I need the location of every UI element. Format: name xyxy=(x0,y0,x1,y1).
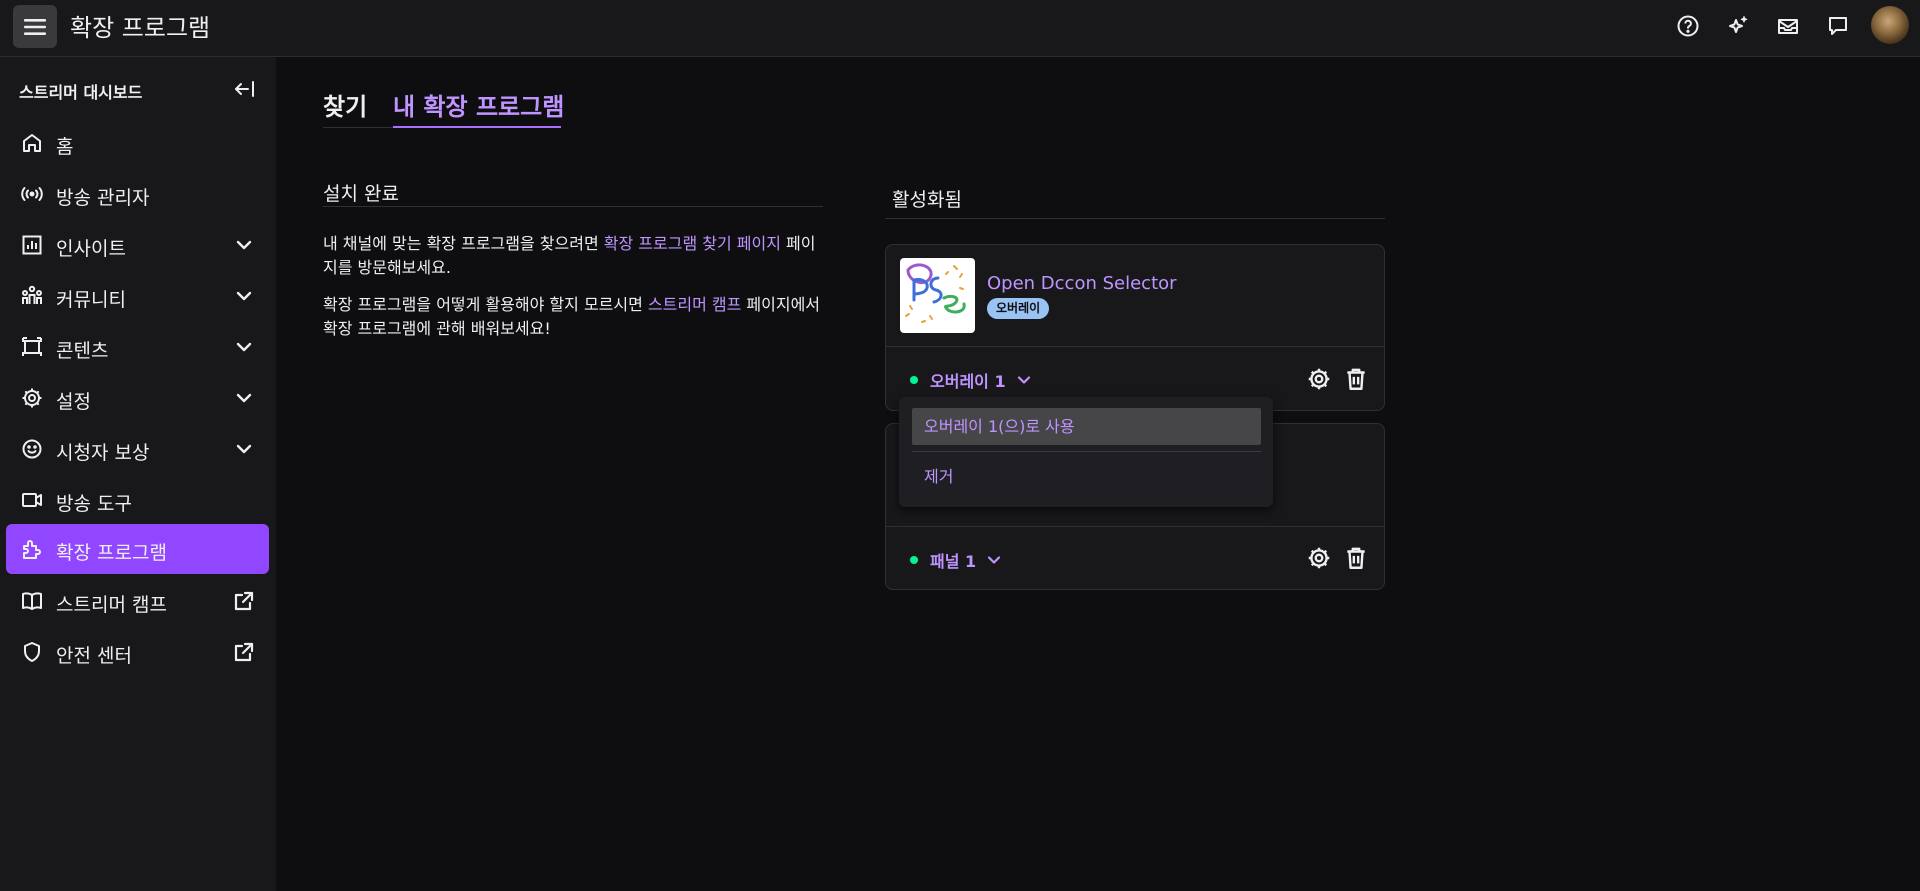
slot-label: 패널 1 xyxy=(930,552,977,571)
shield-icon xyxy=(24,642,40,662)
sidebar-item-extensions[interactable]: 확장 프로그램 xyxy=(6,524,269,574)
whispers-icon xyxy=(1829,17,1847,35)
sidebar-item-label: 시청자 보상 xyxy=(56,442,150,464)
remove-option[interactable]: 제거 xyxy=(912,458,1261,495)
whispers-button[interactable] xyxy=(1824,12,1852,40)
installed-section-title: 설치 완료 xyxy=(323,183,399,205)
sidebar-item-safety-center[interactable]: 안전 센터 xyxy=(6,628,269,676)
installed-description-2: 확장 프로그램을 어떻게 활용해야 할지 모르시면 스트리머 캠프 페이지에서 … xyxy=(323,293,823,341)
menu-divider xyxy=(912,451,1261,452)
section-divider xyxy=(323,206,823,207)
find-extensions-link[interactable]: 확장 프로그램 찾기 페이지 xyxy=(604,234,781,253)
sidebar-item-label: 인사이트 xyxy=(56,238,126,260)
help-icon xyxy=(1677,15,1699,37)
top-bar: 확장 프로그램 xyxy=(0,0,1920,57)
tab-find[interactable]: 찾기 xyxy=(323,87,367,122)
sidebar-item-content[interactable]: 콘텐츠 xyxy=(6,323,269,371)
slot-dropdown-menu: 오버레이 1(으)로 사용 제거 xyxy=(899,397,1273,507)
slot-selector-panel[interactable]: 패널 1 xyxy=(910,548,1004,572)
trash-icon[interactable] xyxy=(1343,366,1369,392)
broadcast-icon xyxy=(21,187,43,201)
section-divider xyxy=(885,218,1385,219)
page-title: 확장 프로그램 xyxy=(70,14,211,42)
book-icon xyxy=(22,592,42,610)
rewards-icon xyxy=(22,439,42,459)
sidebar-item-stream-manager[interactable]: 방송 관리자 xyxy=(6,170,269,218)
sidebar-item-label: 확장 프로그램 xyxy=(56,542,167,564)
sidebar-header: 스트리머 대시보드 xyxy=(19,83,143,102)
content-icon xyxy=(22,337,42,356)
active-status-dot xyxy=(910,556,918,564)
chevron-down-icon xyxy=(236,342,252,352)
gear-icon[interactable] xyxy=(1306,366,1332,392)
creator-camp-link[interactable]: 스트리머 캠프 xyxy=(648,295,741,314)
slot-label: 오버레이 1 xyxy=(930,372,1006,391)
sidebar-item-insights[interactable]: 인사이트 xyxy=(6,221,269,269)
sidebar-item-community[interactable]: 커뮤니티 xyxy=(6,272,269,320)
ai-sparkle-button[interactable] xyxy=(1724,12,1752,40)
use-as-overlay-option[interactable]: 오버레이 1(으)로 사용 xyxy=(912,408,1261,445)
sidebar-item-label: 방송 도구 xyxy=(56,493,132,515)
extension-name[interactable]: Open Dccon Selector xyxy=(987,273,1177,294)
active-status-dot xyxy=(910,376,918,384)
chevron-down-icon xyxy=(236,393,252,403)
sidebar-item-label: 설정 xyxy=(56,391,91,413)
sidebar-item-home[interactable]: 홈 xyxy=(6,119,269,167)
insights-icon xyxy=(22,235,42,255)
sidebar-item-label: 커뮤니티 xyxy=(56,289,126,311)
sidebar-item-label: 안전 센터 xyxy=(56,645,132,667)
extension-thumbnail xyxy=(900,258,975,333)
sparkle-icon xyxy=(1729,16,1748,33)
activated-section-title: 활성화됨 xyxy=(892,189,962,211)
sidebar-item-label: 스트리머 캠프 xyxy=(56,594,167,616)
extension-card: Open Dccon Selector 오버레이 오버레이 1 xyxy=(885,244,1385,411)
tab-my-extensions[interactable]: 내 확장 프로그램 xyxy=(393,87,564,122)
slot-selector-overlay[interactable]: 오버레이 1 xyxy=(910,368,1034,392)
trash-icon[interactable] xyxy=(1343,545,1369,571)
settings-icon xyxy=(22,388,42,408)
chevron-down-icon xyxy=(1017,376,1030,384)
sidebar-item-creator-camp[interactable]: 스트리머 캠프 xyxy=(6,577,269,625)
extension-type-badge: 오버레이 xyxy=(987,298,1050,319)
inbox-icon xyxy=(1778,19,1798,34)
menu-icon xyxy=(24,18,46,35)
external-link-icon xyxy=(234,591,254,611)
sidebar-item-viewer-rewards[interactable]: 시청자 보상 xyxy=(6,425,269,473)
menu-button[interactable] xyxy=(13,5,57,48)
installed-description-1: 내 채널에 맞는 확장 프로그램을 찾으려면 확장 프로그램 찾기 페이지 페이… xyxy=(323,232,823,280)
sidebar-item-label: 방송 관리자 xyxy=(56,187,150,209)
tab-divider xyxy=(323,127,393,128)
gear-icon[interactable] xyxy=(1306,545,1332,571)
sidebar: 스트리머 대시보드 홈 방송 관리자 인사이트 커뮤니티 콘텐츠 설정 시청자 … xyxy=(0,57,276,891)
user-avatar[interactable] xyxy=(1871,6,1909,44)
chevron-down-icon xyxy=(236,240,252,250)
sidebar-item-label: 콘텐츠 xyxy=(56,340,109,362)
collapse-sidebar-icon[interactable] xyxy=(233,77,257,101)
desc-text: 확장 프로그램을 어떻게 활용해야 할지 모르시면 xyxy=(323,295,648,314)
help-button[interactable] xyxy=(1674,12,1702,40)
home-icon xyxy=(23,134,41,152)
community-icon xyxy=(22,285,42,304)
external-link-icon xyxy=(234,642,254,662)
card-divider xyxy=(886,346,1384,347)
camera-icon xyxy=(22,493,42,507)
desc-text: 내 채널에 맞는 확장 프로그램을 찾으려면 xyxy=(323,234,604,253)
sidebar-item-stream-tools[interactable]: 방송 도구 xyxy=(6,476,269,524)
sidebar-item-label: 홈 xyxy=(56,136,74,158)
chevron-down-icon xyxy=(236,291,252,301)
chevron-down-icon xyxy=(988,556,1001,564)
active-tab-indicator xyxy=(393,126,561,128)
card-divider xyxy=(886,526,1384,527)
extensions-icon xyxy=(23,540,41,559)
inbox-button[interactable] xyxy=(1774,12,1802,40)
sidebar-item-settings[interactable]: 설정 xyxy=(6,374,269,422)
chevron-down-icon xyxy=(236,444,252,454)
